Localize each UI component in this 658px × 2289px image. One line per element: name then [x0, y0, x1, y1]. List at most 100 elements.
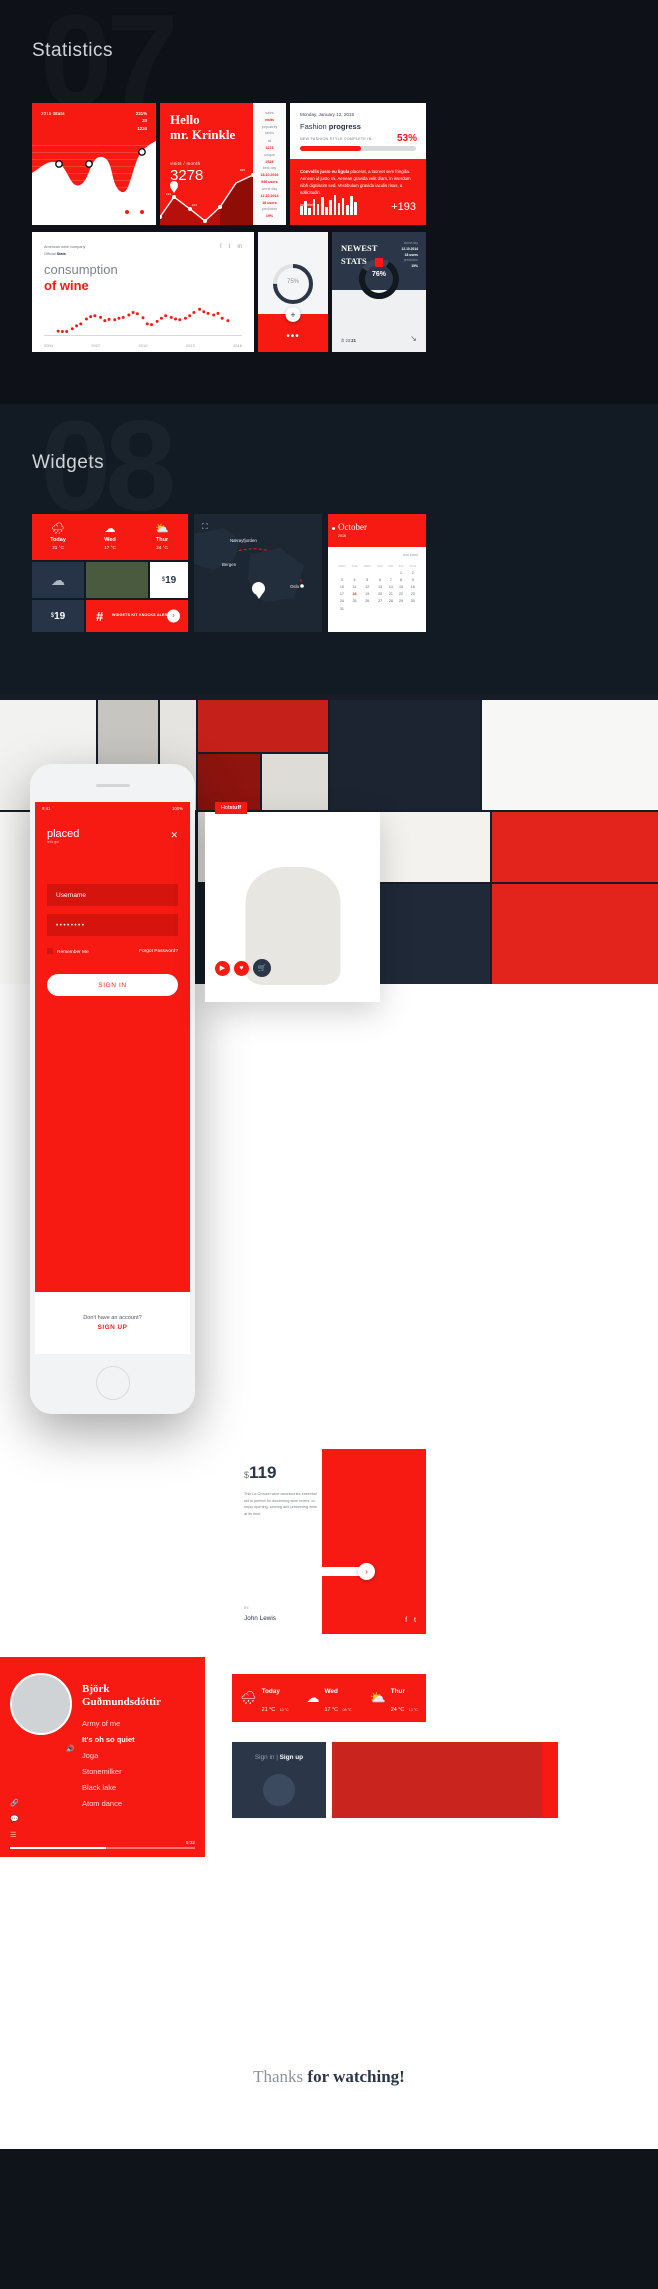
- calendar-day-20[interactable]: 20: [374, 591, 386, 598]
- wine-price-card[interactable]: $119 This La Crouzel wine accessories es…: [232, 1449, 426, 1634]
- forgot-password-link[interactable]: Forgot Password?: [139, 949, 178, 954]
- remember-me-checkbox[interactable]: Remember Me: [47, 948, 89, 955]
- promo-tile[interactable]: # WIDGETS KIT KNOCKS ALERT ›: [86, 600, 188, 632]
- linkedin-icon[interactable]: in: [237, 244, 242, 250]
- calendar-day-12[interactable]: 12: [360, 583, 374, 590]
- track-item-4[interactable]: Black lake: [82, 1783, 135, 1792]
- stats-hello-card[interactable]: Hello mr. Krinkle visits / month 3278 11…: [160, 103, 286, 225]
- calendar-day-1[interactable]: 1: [396, 569, 407, 576]
- map-pin-icon[interactable]: [252, 582, 265, 599]
- arrow-right-icon[interactable]: ›: [167, 609, 180, 623]
- stats-wave-card[interactable]: 2015 Stats 231% 33 1234: [32, 103, 156, 225]
- comment-icon[interactable]: 💬: [10, 1815, 19, 1823]
- track-item-0[interactable]: Army of me: [82, 1719, 135, 1728]
- weather-cell-wed[interactable]: ☁ Wed 17 °C: [84, 514, 136, 560]
- calendar-day-7[interactable]: 7: [386, 576, 395, 583]
- calendar-day-16[interactable]: 16: [407, 583, 419, 590]
- cart-icon[interactable]: 🛒: [253, 959, 271, 977]
- weather-cell-today[interactable]: 🌧 Today 21 °C: [32, 514, 84, 560]
- progress-bar[interactable]: [10, 1847, 195, 1849]
- play-icon[interactable]: ▶: [215, 960, 230, 976]
- more-options-icon[interactable]: •••: [258, 331, 328, 342]
- calendar-day-15[interactable]: 15: [396, 583, 407, 590]
- track-item-2[interactable]: Joga: [82, 1751, 135, 1760]
- wave-action-2[interactable]: [137, 207, 147, 217]
- calendar-day-21[interactable]: 21: [386, 591, 395, 598]
- product-card[interactable]: Hotstuff ▶ ♥ 🛒: [205, 802, 380, 1002]
- track-item-3[interactable]: Stonemilker: [82, 1767, 135, 1776]
- twitter-icon[interactable]: t: [414, 1617, 416, 1624]
- price-tile-1[interactable]: $19: [150, 562, 188, 598]
- calendar-day-8[interactable]: 8: [396, 576, 407, 583]
- username-input[interactable]: Username: [47, 884, 178, 906]
- link-icon[interactable]: 🔗: [10, 1799, 19, 1807]
- player-side-actions[interactable]: 🔗 💬 ☰: [10, 1799, 19, 1839]
- calendar-day-17[interactable]: 17: [335, 591, 349, 598]
- calendar-day-4[interactable]: 4: [349, 576, 361, 583]
- calendar-day-29[interactable]: 29: [396, 598, 407, 605]
- track-list[interactable]: Army of me It's oh so quiet Joga Stonemilke…: [82, 1719, 135, 1815]
- calendar-day-13[interactable]: 13: [374, 583, 386, 590]
- stats-gauge-card[interactable]: 75% + •••: [258, 232, 328, 352]
- weather-strip-wed[interactable]: ☁ Wed 17 °C 08 °C: [297, 1674, 362, 1722]
- calendar-day-18[interactable]: 18: [349, 591, 361, 598]
- list-icon[interactable]: ☰: [10, 1831, 19, 1839]
- calendar-day-19[interactable]: 19: [360, 591, 374, 598]
- weather-strip-today[interactable]: 🌧 Today 21 °C 10 °C: [232, 1674, 297, 1722]
- facebook-icon[interactable]: f: [220, 244, 222, 250]
- calendar-day-3[interactable]: 3: [335, 576, 349, 583]
- cloud-download-tile[interactable]: ☁: [32, 562, 84, 598]
- sign-up-link[interactable]: SIGN UP: [98, 1324, 128, 1331]
- calendar-day-24[interactable]: 24: [335, 598, 349, 605]
- weather-widget-small[interactable]: 🌧 Today 21 °C ☁ Wed 17 °C ⛅ Thur 24 °C: [32, 514, 188, 560]
- calendar-day-28[interactable]: 28: [386, 598, 395, 605]
- calendar-day-2[interactable]: 2: [407, 569, 419, 576]
- wave-card-actions[interactable]: [122, 207, 147, 217]
- calendar-day-14[interactable]: 14: [386, 583, 395, 590]
- map-widget[interactable]: ⛶ Nærøyfjorden Bergen Oslo: [194, 514, 322, 632]
- weather-strip[interactable]: 🌧 Today 21 °C 10 °C ☁ Wed 17 °C 08 °C ⛅ …: [232, 1674, 426, 1722]
- heart-icon[interactable]: ♥: [234, 960, 249, 976]
- calendar-day-6[interactable]: 6: [374, 576, 386, 583]
- tab-sign-in[interactable]: Sign in: [255, 1754, 275, 1761]
- calendar-day-30[interactable]: 30: [407, 598, 419, 605]
- stats-wine-card[interactable]: American wine company Official Stats f t…: [32, 232, 254, 352]
- facebook-icon[interactable]: f: [405, 1617, 407, 1624]
- image-tile[interactable]: [86, 562, 148, 598]
- twitter-icon[interactable]: t: [229, 244, 231, 250]
- tab-sign-up[interactable]: Sign up: [280, 1754, 303, 1761]
- auth-tabs[interactable]: Sign in | Sign up: [232, 1754, 326, 1761]
- signup-tile[interactable]: Sign in | Sign up: [232, 1742, 326, 1818]
- calendar-day-5[interactable]: 5: [360, 576, 374, 583]
- calendar-day-23[interactable]: 23: [407, 591, 419, 598]
- faces-tile[interactable]: [332, 1742, 558, 1818]
- calendar-day-31[interactable]: 31: [335, 605, 349, 612]
- music-player[interactable]: Björk Guðmundsdóttir Army of me It's oh so…: [0, 1657, 205, 1857]
- sign-in-button[interactable]: SIGN IN: [47, 974, 178, 996]
- calendar-day-26[interactable]: 26: [360, 598, 374, 605]
- calendar-day-11[interactable]: 11: [349, 583, 361, 590]
- calendar-day-25[interactable]: 25: [349, 598, 361, 605]
- calendar-add-event[interactable]: Add event: [403, 553, 418, 557]
- stats-fashion-card[interactable]: Monday, January 12, 2015 Fashion progres…: [290, 103, 426, 225]
- phone-home-button[interactable]: [95, 1366, 130, 1400]
- calendar-grid[interactable]: MON TUE WED THU FRI SAT SUN 1 2 3 4 5 6 7 8 9 10 1…: [335, 562, 419, 612]
- calendar-day-27[interactable]: 27: [374, 598, 386, 605]
- calendar-day-10[interactable]: 10: [335, 583, 349, 590]
- checkbox-icon[interactable]: [47, 948, 53, 954]
- track-item-5[interactable]: Atom dance: [82, 1799, 135, 1808]
- price-tile-2[interactable]: $19: [32, 600, 84, 632]
- weather-cell-thur[interactable]: ⛅ Thur 24 °C: [136, 514, 188, 560]
- weather-strip-thur[interactable]: ⛅ Thur 24 °C 13 °C: [361, 1674, 426, 1722]
- add-button[interactable]: +: [285, 307, 301, 322]
- close-icon[interactable]: ✕: [170, 830, 178, 841]
- calendar-day-9[interactable]: 9: [407, 576, 419, 583]
- calendar-day-22[interactable]: 22: [396, 591, 407, 598]
- track-item-1[interactable]: It's oh so quiet: [82, 1735, 135, 1744]
- calendar-widget[interactable]: October 2016 Add event MON TUE WED THU F…: [328, 514, 426, 632]
- password-input[interactable]: ••••••••: [47, 914, 178, 936]
- product-actions[interactable]: ▶ ♥ 🛒: [215, 959, 271, 977]
- wine-social-links[interactable]: f t in: [220, 244, 242, 250]
- wave-action-1[interactable]: [122, 207, 132, 217]
- stats-newest-card[interactable]: NEWEST STATS worst day 12.10.2014 18 use…: [332, 232, 426, 352]
